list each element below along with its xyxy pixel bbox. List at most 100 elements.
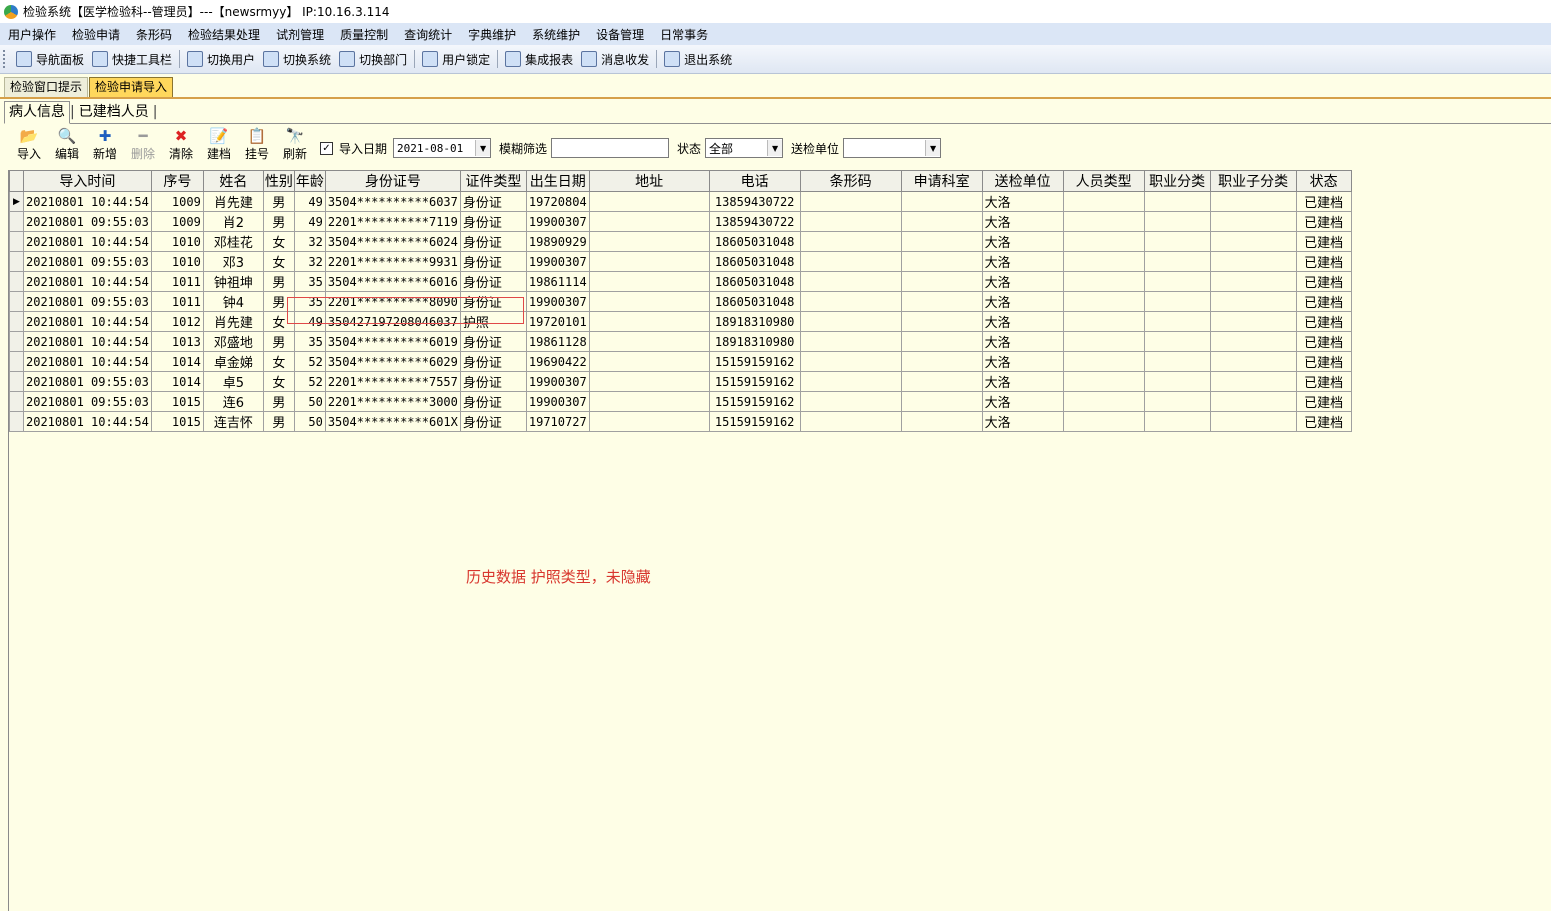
table-cell[interactable]: 52 <box>293 371 326 392</box>
table-cell[interactable]: 1009 <box>150 191 204 212</box>
table-cell[interactable]: 1014 <box>150 371 204 392</box>
table-cell[interactable]: 18605031048 <box>708 251 801 272</box>
table-cell[interactable]: 32 <box>293 231 326 252</box>
table-cell[interactable] <box>1209 371 1297 392</box>
table-cell[interactable]: 3504**********6037 <box>324 191 461 212</box>
table-row[interactable]: 20210801 10:44:54 1010 邓桂花女 32 3504*********… <box>9 231 1352 252</box>
action-refresh-button[interactable]: 🔭 刷新 <box>276 128 314 162</box>
table-row[interactable]: 20210801 09:55:03 1009 肖2 男 49 2201**********… <box>9 211 1352 232</box>
table-row[interactable]: 20210801 09:55:03 1011 钟4 男 35 2201**********… <box>9 291 1352 312</box>
table-cell[interactable] <box>799 291 902 312</box>
action-register-button[interactable]: 📋 挂号 <box>238 128 276 162</box>
row-indicator[interactable] <box>9 251 24 272</box>
column-header-9[interactable]: 电话 <box>708 170 801 192</box>
table-cell[interactable] <box>799 271 902 292</box>
table-cell[interactable]: 护照 <box>459 311 527 332</box>
table-cell[interactable]: 大洛 <box>981 331 1064 352</box>
toolbar-button-quick-toolbar[interactable]: 快捷工具栏 <box>88 48 176 70</box>
table-cell[interactable] <box>799 371 902 392</box>
table-row[interactable]: ▶ 20210801 10:44:54 1009 肖先建男 49 3504********… <box>9 191 1352 212</box>
menu-item-6[interactable]: 查询统计 <box>396 26 460 43</box>
table-cell[interactable]: 大洛 <box>981 291 1064 312</box>
table-cell[interactable]: 身份证 <box>459 271 527 292</box>
toolbar-button-switch-dept[interactable]: 切换部门 <box>335 48 411 70</box>
table-cell[interactable]: 已建档 <box>1295 271 1352 292</box>
table-cell[interactable]: 20210801 10:44:54 <box>23 331 152 352</box>
table-cell[interactable] <box>1209 231 1297 252</box>
table-cell[interactable]: 肖先建 <box>202 311 264 332</box>
table-cell[interactable]: 19900307 <box>525 371 590 392</box>
sub-tab-0[interactable]: 病人信息 <box>4 101 70 124</box>
table-cell[interactable]: 19900307 <box>525 251 590 272</box>
menu-item-10[interactable]: 日常事务 <box>652 26 716 43</box>
table-cell[interactable]: 19900307 <box>525 291 590 312</box>
table-cell[interactable]: 2201**********3000 <box>324 391 461 412</box>
toolbar-button-exit[interactable]: 退出系统 <box>660 48 736 70</box>
table-cell[interactable] <box>588 251 710 272</box>
table-cell[interactable]: 卓金娣 <box>202 351 264 372</box>
table-cell[interactable]: 19720804 <box>525 191 590 212</box>
window-tab-0[interactable]: 检验窗口提示 <box>4 77 89 97</box>
table-cell[interactable]: 大洛 <box>981 391 1064 412</box>
table-cell[interactable] <box>900 411 983 432</box>
table-cell[interactable] <box>1062 351 1145 372</box>
table-cell[interactable] <box>1143 291 1211 312</box>
table-cell[interactable]: 49 <box>293 191 326 212</box>
table-cell[interactable] <box>900 291 983 312</box>
table-cell[interactable]: 已建档 <box>1295 291 1352 312</box>
row-indicator[interactable]: ▶ <box>9 191 24 212</box>
table-cell[interactable]: 已建档 <box>1295 331 1352 352</box>
chevron-down-icon[interactable]: ▼ <box>475 140 491 156</box>
table-cell[interactable]: 50 <box>293 391 326 412</box>
table-cell[interactable] <box>1062 291 1145 312</box>
table-cell[interactable] <box>1062 271 1145 292</box>
table-cell[interactable] <box>1143 411 1211 432</box>
table-cell[interactable] <box>588 271 710 292</box>
table-cell[interactable]: 已建档 <box>1295 191 1352 212</box>
table-cell[interactable]: 大洛 <box>981 251 1064 272</box>
table-cell[interactable]: 已建档 <box>1295 311 1352 332</box>
table-cell[interactable]: 已建档 <box>1295 251 1352 272</box>
table-cell[interactable] <box>588 351 710 372</box>
table-cell[interactable]: 20210801 10:44:54 <box>23 191 152 212</box>
row-indicator[interactable] <box>9 331 24 352</box>
row-indicator[interactable] <box>9 291 24 312</box>
table-cell[interactable]: 19861128 <box>525 331 590 352</box>
table-cell[interactable]: 男 <box>262 331 295 352</box>
table-cell[interactable] <box>1062 211 1145 232</box>
table-cell[interactable]: 18605031048 <box>708 271 801 292</box>
menu-item-7[interactable]: 字典维护 <box>460 26 524 43</box>
table-cell[interactable] <box>588 291 710 312</box>
table-row[interactable]: 20210801 09:55:03 1014 卓5 女 52 2201**********… <box>9 371 1352 392</box>
table-cell[interactable]: 大洛 <box>981 211 1064 232</box>
column-header-13[interactable]: 人员类型 <box>1062 170 1145 192</box>
window-tab-1[interactable]: 检验申请导入 <box>89 77 174 97</box>
row-indicator[interactable] <box>9 351 24 372</box>
table-cell[interactable]: 3504**********6029 <box>324 351 461 372</box>
table-cell[interactable] <box>900 331 983 352</box>
table-cell[interactable]: 35 <box>293 331 326 352</box>
toolbar-button-nav-panel[interactable]: 导航面板 <box>12 48 88 70</box>
column-header-12[interactable]: 送检单位 <box>981 170 1064 192</box>
table-cell[interactable] <box>900 191 983 212</box>
table-cell[interactable] <box>799 411 902 432</box>
row-indicator[interactable] <box>9 211 24 232</box>
table-cell[interactable]: 15159159162 <box>708 391 801 412</box>
table-cell[interactable]: 3504**********601X <box>324 411 461 432</box>
table-cell[interactable] <box>1143 311 1211 332</box>
table-cell[interactable] <box>1062 251 1145 272</box>
table-cell[interactable]: 1010 <box>150 231 204 252</box>
table-cell[interactable]: 32 <box>293 251 326 272</box>
table-cell[interactable]: 男 <box>262 411 295 432</box>
table-cell[interactable] <box>588 371 710 392</box>
table-cell[interactable] <box>799 331 902 352</box>
table-cell[interactable] <box>1062 231 1145 252</box>
column-header-6[interactable]: 证件类型 <box>459 170 527 192</box>
table-row[interactable]: 20210801 10:44:54 1012 肖先建女 49 3504271972080… <box>9 311 1352 332</box>
table-cell[interactable]: 15159159162 <box>708 351 801 372</box>
table-cell[interactable]: 男 <box>262 291 295 312</box>
table-cell[interactable] <box>1209 391 1297 412</box>
toolbar-button-report[interactable]: 集成报表 <box>501 48 577 70</box>
menu-item-1[interactable]: 检验申请 <box>64 26 128 43</box>
table-cell[interactable]: 肖2 <box>202 211 264 232</box>
